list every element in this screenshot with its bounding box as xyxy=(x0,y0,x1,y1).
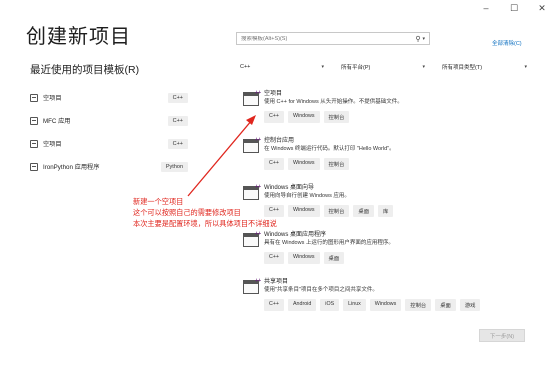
annotation-line: 这个可以按照自己的需要修改项目 xyxy=(133,208,241,217)
next-button[interactable]: 下一步(N) xyxy=(479,329,525,342)
annotation-line: 本次主要是配置环境，所以具体项目不详细说 xyxy=(133,219,277,228)
annotation-line: 新建一个空项目 xyxy=(133,197,184,206)
annotation-text: 新建一个空项目 这个可以按照自己的需要修改项目 本次主要是配置环境，所以具体项目… xyxy=(133,196,277,229)
annotation-arrow xyxy=(187,115,256,197)
